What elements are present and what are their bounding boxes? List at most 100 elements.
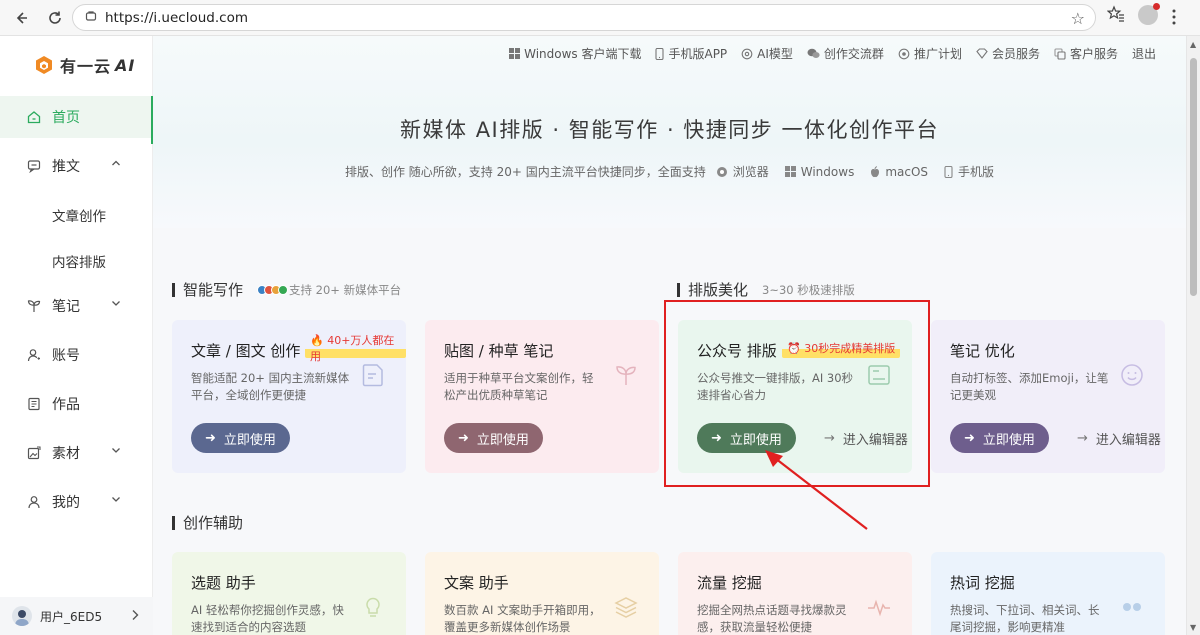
top-link-label: Windows 客户端下载: [524, 47, 642, 61]
back-icon[interactable]: [8, 5, 34, 31]
top-link-vip[interactable]: 会员服务: [976, 45, 1040, 62]
top-link-service[interactable]: 客户服务: [1054, 45, 1118, 62]
bookmark-star-icon[interactable]: ☆: [1071, 9, 1085, 28]
platform-label: Windows: [800, 164, 855, 179]
enter-editor-link[interactable]: → 进入编辑器: [1077, 429, 1161, 448]
section-title: 排版美化: [688, 281, 749, 299]
address-bar[interactable]: https://i.uecloud.com ☆: [72, 4, 1096, 31]
vip-icon: [976, 48, 988, 59]
use-now-button[interactable]: ➜ 立即使用: [950, 423, 1049, 453]
top-link-logout[interactable]: 退出: [1132, 45, 1156, 62]
url-text: https://i.uecloud.com: [105, 9, 248, 26]
card-title: 选题 助手: [191, 574, 256, 592]
top-link-promotion[interactable]: 推广计划: [898, 45, 962, 62]
card-article-creation[interactable]: 文章 / 图文 创作 🔥 40+万人都在用 智能适配 20+ 国内主流新媒体平台…: [172, 320, 406, 473]
section-desc: 支持 20+ 新媒体平台: [257, 282, 401, 298]
card-title: 贴图 / 种草 笔记: [444, 342, 554, 360]
scrollbar-thumb[interactable]: [1190, 58, 1197, 296]
page-title: 新媒体 AI排版 · 智能写作 · 快捷同步 一体化创作平台: [400, 118, 939, 142]
top-link-ai-model[interactable]: AI模型: [741, 45, 793, 62]
card-hotword-mining[interactable]: 热词 挖掘 热搜词、下拉词、相关词、长尾词挖掘，影响更精准: [931, 552, 1165, 635]
top-link-label: 客户服务: [1069, 47, 1118, 61]
user-footer[interactable]: 用户_6ED5: [0, 597, 153, 635]
card-title: 笔记 优化: [950, 342, 1015, 360]
card-copy-assistant[interactable]: 文案 助手 数百款 AI 文案助手开箱即用，覆盖更多新媒体创作场景: [425, 552, 659, 635]
card-title: 文章 / 图文 创作: [191, 342, 301, 360]
card-notes-optimize[interactable]: 笔记 优化 自动打标签、添加Emoji，让笔记更美观 ➜ 立即使用 → 进入编辑…: [931, 320, 1165, 473]
top-link-label: 退出: [1131, 47, 1156, 61]
arrow-right-icon: ➜: [964, 430, 975, 446]
card-traffic-mining[interactable]: 流量 挖掘 挖掘全网热点话题寻找爆款灵感，获取流量轻松便捷: [678, 552, 912, 635]
promote-icon: [898, 48, 910, 59]
logo-cube-icon: [36, 56, 52, 74]
arrow-right-icon: →: [1077, 431, 1088, 446]
button-label: 立即使用: [982, 432, 1035, 448]
apple-icon: [871, 165, 880, 177]
hero-subtitle-text: 排版、创作 随心所欲，支持 20+ 国内主流平台快捷同步，全面支持: [344, 165, 706, 179]
scroll-down-icon[interactable]: ▼: [1190, 623, 1198, 632]
sidebar-item-notes[interactable]: 笔记: [0, 285, 153, 327]
use-now-button[interactable]: ➜ 立即使用: [191, 423, 290, 453]
windows-icon: [509, 48, 521, 59]
top-link-community[interactable]: 创作交流群: [807, 45, 884, 62]
card-notes-creation[interactable]: 贴图 / 种草 笔记 适用于种草平台文案创作，轻松产出优质种草笔记 ➜ 立即使用: [425, 320, 659, 473]
card-desc: 数百款 AI 文案助手开箱即用，覆盖更多新媒体创作场景: [444, 603, 601, 634]
smile-icon: [1121, 364, 1143, 386]
sidebar-item-home[interactable]: 首页: [0, 96, 153, 144]
sidebar-item-mine[interactable]: 我的: [0, 481, 153, 523]
chevron-up-icon: [112, 160, 120, 166]
page-scrollbar[interactable]: ▲ ▼: [1186, 36, 1200, 635]
reload-icon[interactable]: [42, 5, 68, 31]
user-name: 用户_6ED5: [40, 609, 103, 624]
sidebar-item-tweet[interactable]: 推文: [0, 145, 153, 187]
section-title: 创作辅助: [183, 514, 244, 532]
platform-windows: Windows: [784, 164, 855, 179]
sidebar-item-label: 作品: [52, 397, 80, 413]
card-desc: 智能适配 20+ 国内主流新媒体平台，全域创作更便捷: [191, 371, 350, 402]
top-link-windows-download[interactable]: Windows 客户端下载: [509, 45, 641, 62]
top-link-mobile-app[interactable]: 手机版APP: [655, 45, 727, 62]
profile-avatar[interactable]: [1138, 3, 1160, 25]
logo[interactable]: 有一云 AI: [34, 53, 135, 77]
card-desc: 适用于种草平台文案创作，轻松产出优质种草笔记: [444, 371, 594, 402]
card-topic-assistant[interactable]: 选题 助手 AI 轻松帮你挖掘创作灵感，快速找到适合的内容选题: [172, 552, 406, 635]
platform-label: macOS: [885, 164, 929, 179]
browser-icon: [716, 166, 727, 177]
sidebar-subitem-layout[interactable]: 内容排版: [52, 251, 106, 271]
top-link-label: 创作交流群: [823, 47, 884, 61]
button-label: 立即使用: [223, 432, 276, 448]
works-icon: [26, 396, 42, 412]
card-desc: 自动打标签、添加Emoji，让笔记更美观: [950, 371, 1109, 402]
card-title: 流量 挖掘: [697, 574, 762, 592]
platform-mobile: 手机版: [944, 163, 994, 180]
avatar: [12, 606, 32, 626]
card-desc: 挖掘全网热点话题寻找爆款灵感，获取流量轻松便捷: [697, 603, 847, 634]
sidebar-subitem-article[interactable]: 文章创作: [52, 205, 106, 225]
service-icon: [1054, 47, 1066, 60]
person-icon: [26, 494, 42, 510]
user-icon: [26, 347, 42, 363]
hero-subtitle: 排版、创作 随心所欲，支持 20+ 国内主流平台快捷同步，全面支持 浏览器 Wi…: [153, 163, 1186, 180]
layers-icon: [614, 597, 638, 618]
sidebar: 有一云 AI 首页 推文 文章创作 内容排版 笔记 账号 作品 素材 我的 用户…: [0, 36, 153, 635]
chevron-right-icon: [132, 610, 139, 620]
chevron-down-icon: [112, 448, 120, 453]
sidebar-item-account[interactable]: 账号: [0, 334, 153, 376]
sidebar-item-works[interactable]: 作品: [0, 383, 153, 425]
favorites-icon[interactable]: [1107, 5, 1125, 23]
sidebar-item-label: 首页: [52, 110, 80, 126]
card-title: 热词 挖掘: [950, 574, 1015, 592]
site-info-icon[interactable]: [85, 10, 97, 26]
platform-logos-icon: [257, 284, 289, 295]
logo-suffix: AI: [115, 55, 136, 75]
sidebar-item-label: 推文: [52, 159, 80, 175]
arrow-right-icon: ➜: [458, 430, 469, 446]
scroll-up-icon[interactable]: ▲: [1190, 40, 1198, 49]
sidebar-item-material[interactable]: 素材: [0, 432, 153, 474]
use-now-button[interactable]: ➜ 立即使用: [444, 423, 543, 453]
top-link-label: 会员服务: [991, 47, 1040, 61]
sprout-icon: [26, 298, 42, 314]
section-marker: [172, 282, 175, 297]
more-menu-icon[interactable]: [1172, 8, 1176, 26]
app-root: 有一云 AI 首页 推文 文章创作 内容排版 笔记 账号 作品 素材 我的 用户…: [0, 36, 1200, 635]
